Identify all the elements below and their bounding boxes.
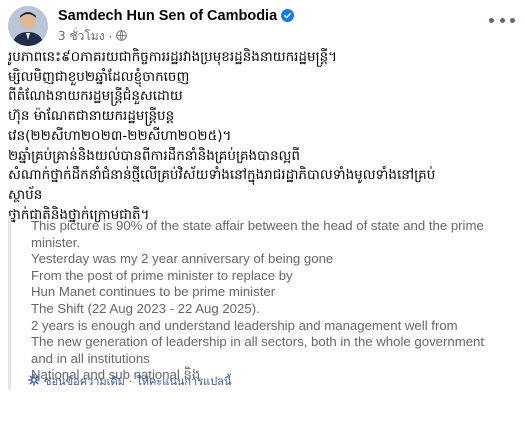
- khmer-line: សំណាក់ថ្នាក់ដឹកនាំជំនាន់ថ្មីលើគ្រប់វិស័យ…: [8, 167, 436, 184]
- post-text-original: រូបភាពនេះ៩០ភាគរយជាកិច្ចការរដ្ឋរវាងប្រមុខ…: [8, 48, 518, 225]
- translate-gear-icon: [28, 373, 40, 389]
- khmer-line: ម្សិលមិញជាខួប២ឆ្នាំដែលខ្ញុំចាកចេញ: [8, 68, 190, 85]
- translation-line: and in all institutions: [31, 350, 150, 366]
- khmer-line: ពីតំណែងនាយករដ្ឋមន្ត្រីជំនួសដោយ: [8, 88, 183, 105]
- author-name[interactable]: Samdech Hun Sen of Cambodia: [58, 8, 277, 24]
- translation-line: minister.: [31, 234, 81, 250]
- footer-separator: ·: [128, 374, 133, 388]
- translation-line: The Shift (22 Aug 2023 - 22 Aug 2025).: [31, 300, 260, 316]
- khmer-line: រូបភាពនេះ៩០ភាគរយជាកិច្ចការរដ្ឋរវាងប្រមុខ…: [8, 49, 338, 65]
- khmer-line: ស្ថាប័ន: [8, 186, 43, 203]
- author-name-row: Samdech Hun Sen of Cambodia: [58, 8, 295, 26]
- khmer-line: វេន(២២សីហា២០២៣-២២សីហា២០២៥)។: [8, 127, 232, 144]
- translation-block: This picture is 90% of the state affair …: [8, 216, 519, 390]
- translation-line: Hun Manet continues to be prime minister: [31, 284, 276, 300]
- hide-original-link[interactable]: ซ่อนข้อความเดิม: [44, 372, 125, 390]
- khmer-line: ២ឆ្នាំគ្រប់គ្រាន់និងយល់បានពីការដឹកនាំនិង…: [8, 147, 300, 164]
- khmer-line: ហ៊ុន ម៉ាណែតជានាយករដ្ឋមន្ត្រីបន្ត: [8, 108, 175, 125]
- translation-line: This picture is 90% of the state affair …: [31, 218, 484, 233]
- author-avatar[interactable]: [8, 6, 48, 46]
- post-meta: 3 ชั่วโมง ·: [58, 27, 128, 46]
- post-timestamp[interactable]: 3 ชั่วโมง: [58, 27, 105, 46]
- translation-footer: ซ่อนข้อความเดิม · ให้คะแนนการแปลนี้: [28, 372, 231, 390]
- rate-translation-link[interactable]: ให้คะแนนการแปลนี้: [136, 372, 231, 390]
- translation-line: The new generation of leadership in all …: [31, 334, 485, 350]
- more-options-icon[interactable]: [489, 12, 515, 28]
- translation-line: 2 years is enough and understand leaders…: [31, 317, 458, 333]
- post-header: Samdech Hun Sen of Cambodia 3 ชั่วโมง ·: [8, 6, 517, 46]
- verified-badge-icon: [281, 9, 295, 26]
- meta-separator: ·: [108, 29, 113, 44]
- globe-icon[interactable]: [116, 29, 128, 44]
- translation-line: From the post of prime minister to repla…: [31, 267, 293, 283]
- translation-line: Yesterday was my 2 year anniversary of b…: [31, 251, 334, 267]
- avatar-image: [8, 6, 48, 46]
- translated-text: This picture is 90% of the state affair …: [31, 218, 511, 384]
